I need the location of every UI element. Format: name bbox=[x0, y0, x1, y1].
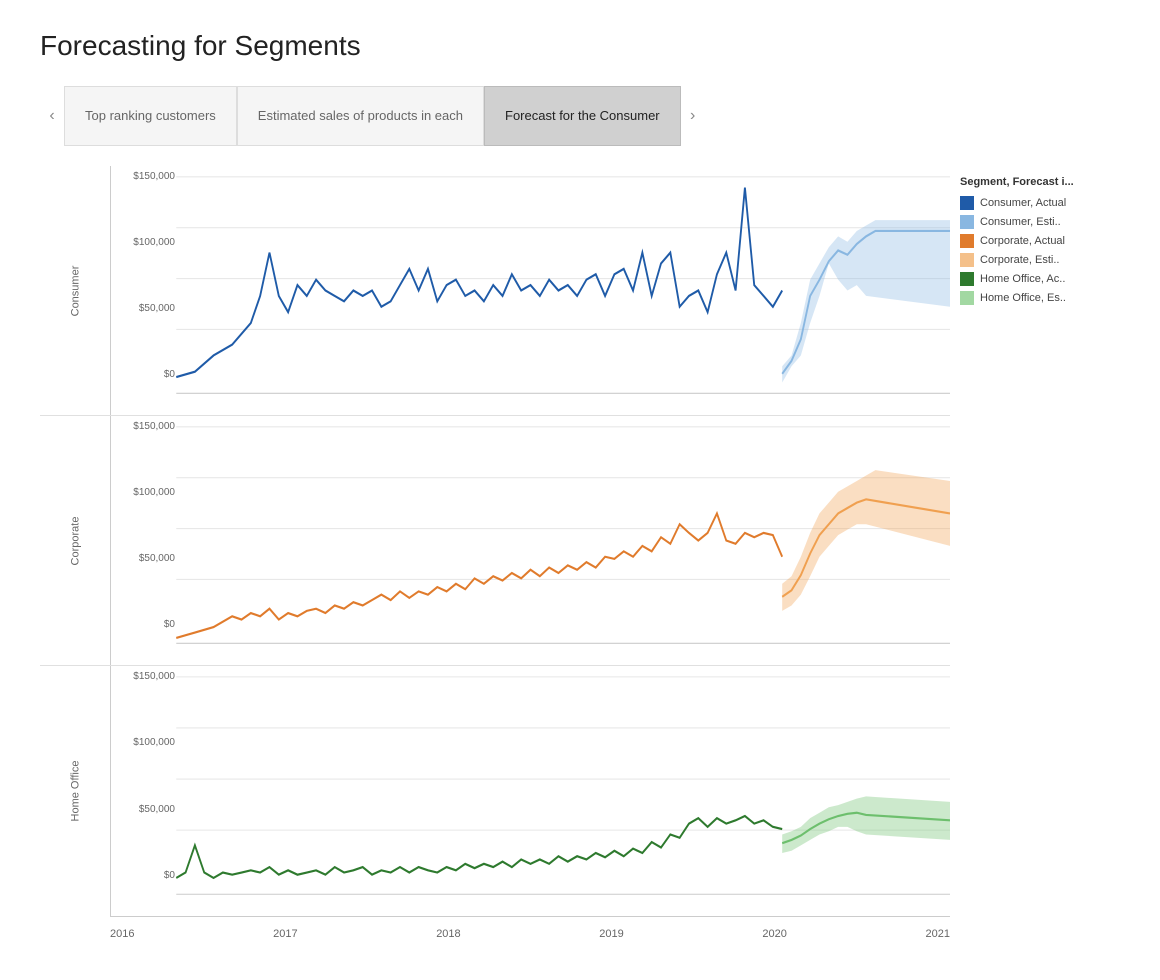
legend-corporate-actual-color bbox=[960, 234, 974, 248]
legend-corporate-est-color bbox=[960, 253, 974, 267]
legend-homeoffice-actual: Home Office, Ac.. bbox=[960, 272, 1110, 286]
home-office-chart-inner: $150,000 $100,000 $50,000 $0 bbox=[110, 666, 950, 916]
legend-consumer-est: Consumer, Esti.. bbox=[960, 215, 1110, 229]
legend: Segment, Forecast i... Consumer, Actual … bbox=[950, 166, 1120, 946]
legend-homeoffice-actual-label: Home Office, Ac.. bbox=[980, 273, 1065, 285]
home-office-y-label-container: Home Office bbox=[40, 666, 110, 916]
legend-homeoffice-actual-color bbox=[960, 272, 974, 286]
corporate-chart-inner: $150,000 $100,000 $50,000 $0 bbox=[110, 416, 950, 665]
consumer-y-label: Consumer bbox=[69, 265, 81, 316]
home-office-panel: Home Office $150,000 $100,000 $50,000 $0 bbox=[40, 666, 950, 916]
corporate-y-label: Corporate bbox=[69, 516, 81, 565]
x-axis: 2016 2017 2018 2019 2020 2021 bbox=[110, 916, 950, 946]
tab-forecast-consumer[interactable]: Forecast for the Consumer bbox=[484, 86, 681, 146]
legend-consumer-est-color bbox=[960, 215, 974, 229]
tab-top-ranking[interactable]: Top ranking customers bbox=[64, 86, 237, 146]
corporate-svg bbox=[111, 416, 950, 665]
consumer-chart-inner: $150,000 $100,000 $50,000 $0 bbox=[110, 166, 950, 415]
legend-corporate-actual: Corporate, Actual bbox=[960, 234, 1110, 248]
legend-title: Segment, Forecast i... bbox=[960, 176, 1110, 188]
chart-area: Consumer $150,000 $100,000 $50,000 $0 bbox=[40, 166, 1120, 946]
legend-corporate-est: Corporate, Esti.. bbox=[960, 253, 1110, 267]
consumer-svg bbox=[111, 166, 950, 415]
legend-homeoffice-est-color bbox=[960, 291, 974, 305]
tab-estimated-sales[interactable]: Estimated sales of products in each bbox=[237, 86, 484, 146]
legend-consumer-actual-color bbox=[960, 196, 974, 210]
legend-corporate-est-label: Corporate, Esti.. bbox=[980, 254, 1059, 266]
legend-homeoffice-est-label: Home Office, Es.. bbox=[980, 292, 1066, 304]
home-office-svg bbox=[111, 666, 950, 916]
consumer-y-label-container: Consumer bbox=[40, 166, 110, 415]
legend-consumer-est-label: Consumer, Esti.. bbox=[980, 216, 1061, 228]
x-axis-row: 2016 2017 2018 2019 2020 2021 bbox=[40, 916, 950, 946]
consumer-panel: Consumer $150,000 $100,000 $50,000 $0 bbox=[40, 166, 950, 416]
nav-next-arrow[interactable]: › bbox=[681, 86, 705, 146]
page-title: Forecasting for Segments bbox=[40, 30, 1120, 62]
legend-corporate-actual-label: Corporate, Actual bbox=[980, 235, 1065, 247]
corporate-y-label-container: Corporate bbox=[40, 416, 110, 665]
corporate-panel: Corporate $150,000 $100,000 $50,000 $0 bbox=[40, 416, 950, 666]
nav-prev-arrow[interactable]: ‹ bbox=[40, 86, 64, 146]
legend-consumer-actual-label: Consumer, Actual bbox=[980, 197, 1066, 209]
home-office-y-label: Home Office bbox=[69, 761, 81, 822]
legend-consumer-actual: Consumer, Actual bbox=[960, 196, 1110, 210]
legend-homeoffice-est: Home Office, Es.. bbox=[960, 291, 1110, 305]
tab-navigation: ‹ Top ranking customers Estimated sales … bbox=[40, 86, 1120, 146]
charts-container: Consumer $150,000 $100,000 $50,000 $0 bbox=[40, 166, 950, 946]
